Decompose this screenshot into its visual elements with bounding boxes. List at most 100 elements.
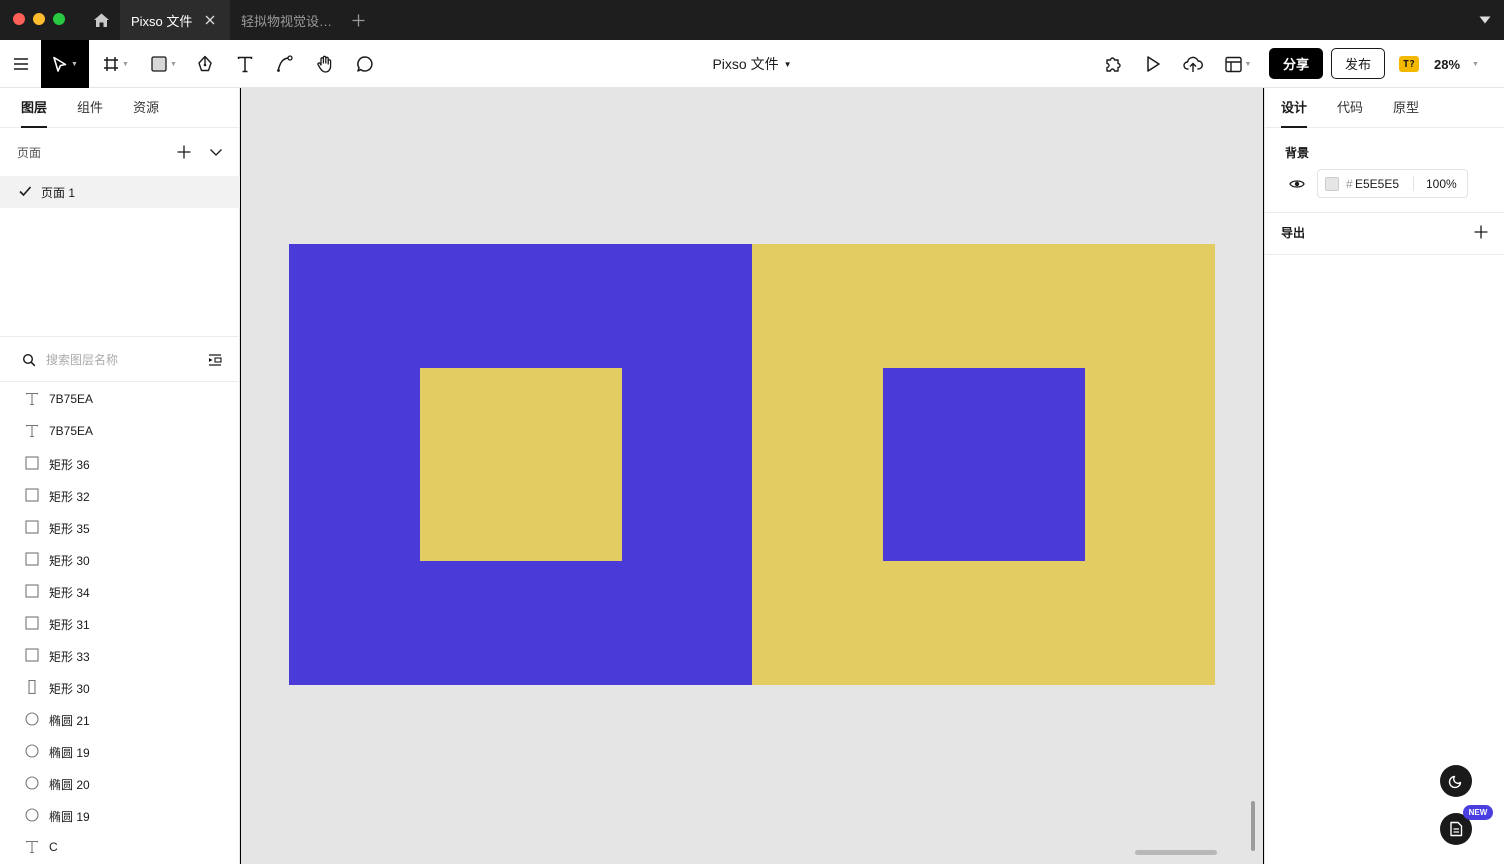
rectangle-icon bbox=[25, 552, 39, 566]
search-icon bbox=[22, 353, 36, 367]
layer-row[interactable]: 椭圆 19 bbox=[0, 799, 240, 831]
layer-list: 7B75EA 7B75EA 矩形 36 矩形 32 矩形 35 矩形 30 矩形 34 矩形 … bbox=[0, 383, 240, 863]
layer-row[interactable]: 椭圆 19 bbox=[0, 735, 240, 767]
eye-icon[interactable] bbox=[1289, 177, 1305, 191]
rectangle-icon bbox=[151, 56, 167, 72]
layer-name: 矩形 30 bbox=[49, 682, 90, 696]
layer-row[interactable]: 矩形 36 bbox=[0, 447, 240, 479]
menu-icon[interactable] bbox=[0, 40, 41, 88]
comment-tool-button[interactable] bbox=[346, 40, 384, 88]
plugin-icon bbox=[1105, 56, 1121, 72]
tab-prototype[interactable]: 原型 bbox=[1393, 88, 1419, 128]
layer-name: 矩形 36 bbox=[49, 458, 90, 472]
minimize-window-button[interactable] bbox=[33, 13, 45, 25]
document-title-dropdown[interactable]: Pixso 文件 ▼ bbox=[700, 40, 804, 88]
pen-icon bbox=[198, 55, 212, 72]
checkmark-icon bbox=[19, 186, 32, 197]
move-tool-button[interactable]: ▼ bbox=[41, 40, 89, 88]
zoom-dropdown[interactable]: 28% ▼ bbox=[1434, 40, 1496, 88]
layer-row[interactable]: C bbox=[0, 831, 240, 863]
dark-mode-button[interactable] bbox=[1440, 765, 1472, 797]
layer-row[interactable]: 椭圆 21 bbox=[0, 703, 240, 735]
layer-row[interactable]: 矩形 32 bbox=[0, 479, 240, 511]
rectangle-icon bbox=[25, 488, 39, 502]
filter-icon[interactable] bbox=[208, 353, 222, 367]
plugin-button[interactable] bbox=[1094, 40, 1132, 88]
hand-tool-button[interactable] bbox=[306, 40, 344, 88]
vertical-scrollbar[interactable] bbox=[1251, 801, 1255, 851]
layer-row[interactable]: 7B75EA bbox=[0, 383, 240, 415]
moon-icon bbox=[1448, 775, 1462, 789]
new-badge: NEW bbox=[1463, 805, 1493, 820]
background-opacity-value[interactable]: 100% bbox=[1426, 177, 1457, 191]
document-title: Pixso 文件 bbox=[712, 56, 779, 72]
chevron-down-icon[interactable] bbox=[1478, 14, 1492, 26]
layer-name: 矩形 34 bbox=[49, 586, 90, 600]
window-titlebar: Pixso 文件 轻拟物视觉设… bbox=[0, 0, 1504, 40]
layer-row[interactable]: 矩形 31 bbox=[0, 607, 240, 639]
play-icon bbox=[1147, 56, 1160, 72]
ellipse-icon bbox=[25, 744, 39, 758]
layer-name: 椭圆 19 bbox=[49, 746, 90, 760]
pen-tool-button[interactable] bbox=[186, 40, 224, 88]
layer-row[interactable]: 矩形 30 bbox=[0, 671, 240, 703]
close-window-button[interactable] bbox=[13, 13, 25, 25]
rectangle-icon bbox=[25, 616, 39, 630]
layout-button[interactable]: ▼ bbox=[1216, 40, 1260, 88]
layer-name: 矩形 35 bbox=[49, 522, 90, 536]
rectangle-icon bbox=[25, 456, 39, 470]
layout-icon bbox=[1224, 56, 1242, 72]
pages-header: 页面 bbox=[0, 136, 240, 168]
background-hex-value[interactable]: E5E5E5 bbox=[1355, 177, 1399, 191]
tab-pixso-file[interactable]: Pixso 文件 bbox=[120, 0, 230, 40]
home-icon[interactable] bbox=[82, 0, 120, 40]
cursor-icon bbox=[53, 56, 67, 72]
layer-row[interactable]: 7B75EA bbox=[0, 415, 240, 447]
export-section-title: 导出 bbox=[1281, 226, 1306, 240]
share-button[interactable]: 分享 bbox=[1269, 48, 1323, 79]
layer-search-input[interactable] bbox=[46, 351, 196, 369]
layer-name: 椭圆 21 bbox=[49, 714, 90, 728]
plus-icon[interactable] bbox=[348, 10, 368, 30]
layer-row[interactable]: 矩形 34 bbox=[0, 575, 240, 607]
page-item[interactable]: 页面 1 bbox=[0, 176, 240, 208]
text-tool-button[interactable] bbox=[226, 40, 264, 88]
tab-assets[interactable]: 资源 bbox=[133, 88, 159, 128]
blue-square[interactable] bbox=[883, 368, 1085, 561]
color-swatch[interactable] bbox=[1325, 177, 1339, 191]
thin-rectangle-icon bbox=[25, 680, 39, 694]
publish-button[interactable]: 发布 bbox=[1331, 48, 1385, 79]
tab-code[interactable]: 代码 bbox=[1337, 88, 1363, 128]
present-button[interactable] bbox=[1134, 40, 1172, 88]
background-section-title: 背景 bbox=[1285, 146, 1310, 160]
divider bbox=[1413, 176, 1414, 191]
layer-row[interactable]: 矩形 33 bbox=[0, 639, 240, 671]
layer-row[interactable]: 矩形 30 bbox=[0, 543, 240, 575]
tab-second-file[interactable]: 轻拟物视觉设… bbox=[230, 0, 340, 40]
font-badge[interactable]: T? bbox=[1399, 56, 1419, 72]
canvas[interactable] bbox=[241, 88, 1263, 864]
upload-button[interactable] bbox=[1174, 40, 1212, 88]
maximize-window-button[interactable] bbox=[53, 13, 65, 25]
close-icon[interactable] bbox=[202, 12, 218, 28]
layer-name: 矩形 32 bbox=[49, 490, 90, 504]
add-export-icon[interactable] bbox=[1473, 224, 1489, 240]
chevron-down-icon: ▼ bbox=[1472, 60, 1479, 68]
frame-tool-button[interactable]: ▼ bbox=[96, 40, 136, 88]
frame-icon bbox=[104, 57, 119, 71]
tab-layers[interactable]: 图层 bbox=[21, 88, 48, 128]
shape-tool-button[interactable]: ▼ bbox=[144, 40, 184, 88]
background-color-field[interactable]: # E5E5E5 100% bbox=[1317, 169, 1468, 198]
horizontal-scrollbar[interactable] bbox=[1135, 850, 1217, 855]
path-tool-button[interactable] bbox=[266, 40, 304, 88]
layer-row[interactable]: 矩形 35 bbox=[0, 511, 240, 543]
divider bbox=[1265, 254, 1504, 255]
tab-design[interactable]: 设计 bbox=[1281, 88, 1308, 128]
add-page-icon[interactable] bbox=[176, 144, 192, 160]
layer-row[interactable]: 椭圆 20 bbox=[0, 767, 240, 799]
rectangle-icon bbox=[25, 520, 39, 534]
yellow-square[interactable] bbox=[420, 368, 622, 561]
chevron-down-icon[interactable] bbox=[208, 144, 224, 160]
hand-icon bbox=[317, 55, 332, 73]
tab-components[interactable]: 组件 bbox=[77, 88, 103, 128]
